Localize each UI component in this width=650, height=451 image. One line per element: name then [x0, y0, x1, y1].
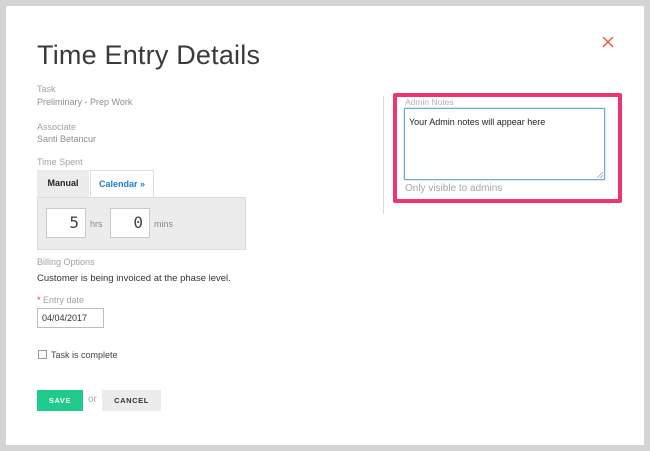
minutes-input[interactable]: 0: [110, 208, 150, 238]
admin-notes-textarea[interactable]: Your Admin notes will appear here: [404, 108, 605, 180]
cancel-button[interactable]: CANCEL: [102, 390, 161, 411]
associate-label: Associate: [37, 122, 77, 132]
associate-value: Santi Betancur: [37, 134, 97, 144]
hours-unit: hrs: [90, 219, 103, 229]
close-icon[interactable]: [600, 34, 616, 50]
task-complete-label: Task is complete: [51, 350, 118, 360]
resize-grip-icon[interactable]: [597, 172, 603, 178]
task-complete-checkbox[interactable]: [38, 350, 47, 359]
required-marker: *: [37, 295, 41, 305]
column-divider: [383, 96, 384, 214]
task-value: Preliminary - Prep Work: [37, 97, 133, 107]
billing-label: Billing Options: [37, 257, 95, 267]
time-entry-modal: Time Entry Details Task Preliminary - Pr…: [6, 6, 644, 445]
entry-date-label: Entry date: [43, 295, 85, 305]
entry-date-input[interactable]: 04/04/2017: [37, 308, 104, 328]
or-separator: or: [88, 394, 97, 405]
admin-notes-label: Admin Notes: [405, 97, 454, 107]
manual-time-panel: 5 hrs 0 mins: [37, 197, 246, 250]
admin-notes-hint: Only visible to admins: [405, 183, 503, 194]
minutes-unit: mins: [154, 219, 174, 229]
entry-date-label-row: * Entry date: [37, 295, 84, 305]
admin-notes-text: Your Admin notes will appear here: [409, 117, 546, 127]
tab-manual[interactable]: Manual: [37, 170, 89, 197]
task-label: Task: [37, 84, 56, 94]
tab-calendar[interactable]: Calendar »: [90, 170, 154, 197]
modal-title: Time Entry Details: [37, 40, 261, 70]
hours-input[interactable]: 5: [46, 208, 86, 238]
time-spent-label: Time Spent: [37, 157, 83, 167]
save-button[interactable]: SAVE: [37, 390, 83, 411]
time-spent-tabs: Manual Calendar » 5 hrs 0 mins: [37, 170, 246, 250]
billing-value: Customer is being invoiced at the phase …: [37, 273, 231, 284]
